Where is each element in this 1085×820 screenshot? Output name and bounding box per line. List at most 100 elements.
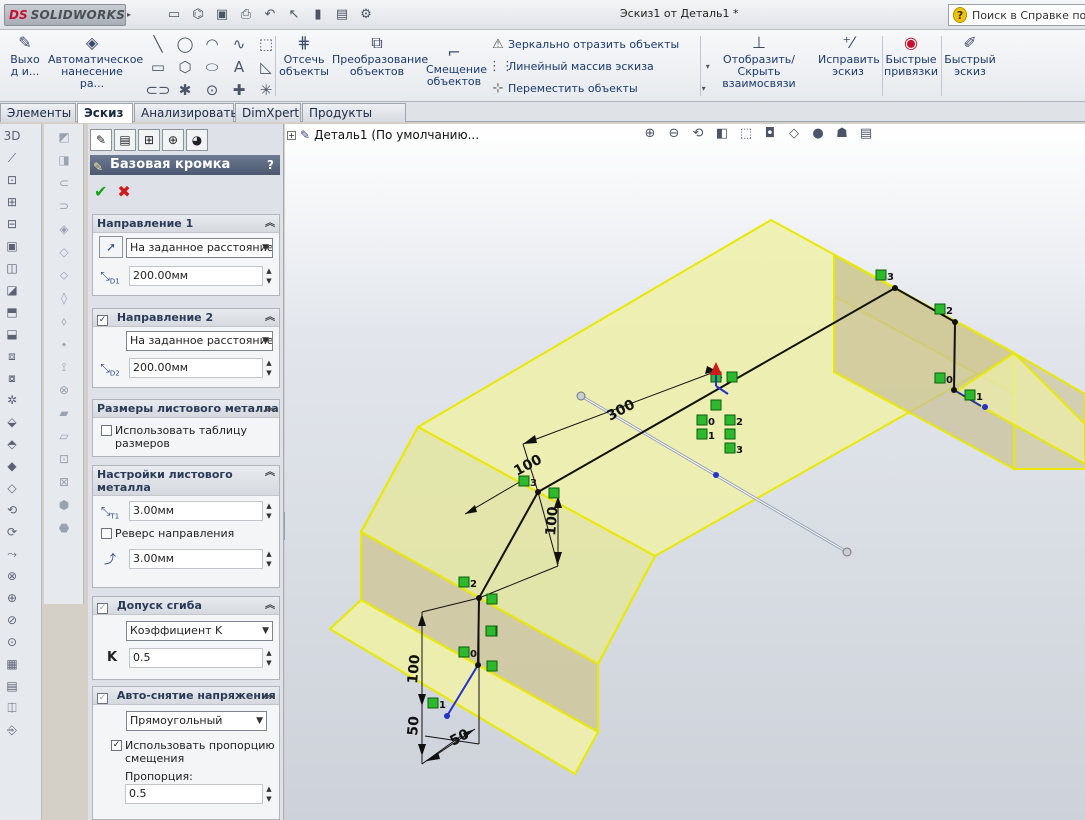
line-icon[interactable]: ╲: [145, 33, 171, 55]
dimxpert-manager-tab-icon[interactable]: ⊕: [162, 129, 184, 151]
collapse-chevron-icon[interactable]: ︽: [265, 466, 275, 479]
polygon-icon[interactable]: ⬡: [172, 56, 198, 78]
sketch-tool-icon[interactable]: ▣: [2, 236, 22, 256]
use-gauge-table-checkbox[interactable]: Использовать таблицу размеров: [93, 424, 279, 450]
sheet-metal-tool-icon[interactable]: ◨: [54, 150, 74, 170]
reverse-direction-checkbox[interactable]: Реверс направления: [93, 527, 279, 540]
bend-allowance-checkbox[interactable]: ✓: [97, 603, 108, 614]
sheet-metal-tool-icon[interactable]: ◩: [54, 127, 74, 147]
sheet-metal-tool-icon[interactable]: ⟟: [54, 357, 74, 377]
solidworks-menu-button[interactable]: DS SOLIDWORKS: [4, 4, 126, 26]
relation-marker[interactable]: [696, 428, 708, 440]
relation-marker[interactable]: [548, 487, 560, 499]
sketch-tool-icon[interactable]: ▦: [2, 654, 22, 674]
sketch-tool-icon[interactable]: ⊕: [2, 588, 22, 608]
feature-manager-tab-icon[interactable]: ▤: [114, 129, 136, 151]
sheet-metal-tool-icon[interactable]: ▱: [54, 426, 74, 446]
linear-pattern-button[interactable]: ⋮⋮ Линейный массив эскиза ▾: [488, 55, 710, 77]
sketch-tool-icon[interactable]: ⧇: [2, 368, 22, 388]
sketch-tool-icon[interactable]: ◫: [2, 258, 22, 278]
sketch-point[interactable]: [475, 662, 481, 668]
sheet-metal-tool-icon[interactable]: ⬨: [54, 311, 74, 331]
select-icon[interactable]: ↖: [285, 6, 303, 24]
sketch-tool-icon[interactable]: ⬒: [2, 302, 22, 322]
sketch-tool-icon[interactable]: ⬓: [2, 324, 22, 344]
trim-entities-button[interactable]: ⋕ Отсечь объекты: [278, 32, 330, 78]
relation-marker[interactable]: [964, 389, 976, 401]
circle-icon[interactable]: ◯: [172, 33, 198, 55]
sketch-tool-icon[interactable]: ⟳: [2, 522, 22, 542]
relation-marker[interactable]: [518, 475, 530, 487]
direction1-end-condition-select[interactable]: На заданное расстояние ▼: [126, 238, 273, 258]
sheet-metal-tool-icon[interactable]: ◇: [54, 242, 74, 262]
sketch-point[interactable]: [892, 285, 898, 291]
bend-radius-input[interactable]: 3.00мм: [129, 549, 263, 569]
display-relations-button[interactable]: ⊥ Отобразить/Скрыть взаимосвязи: [704, 32, 814, 90]
arc-icon[interactable]: ◠: [199, 33, 225, 55]
ok-button[interactable]: ✔: [94, 182, 107, 201]
parameters-header[interactable]: Настройки листового металла ︽: [93, 466, 279, 496]
cancel-button[interactable]: ✖: [117, 182, 130, 201]
bend-allowance-type-select[interactable]: Коэффициент K ▼: [126, 621, 273, 641]
use-gauge-table-box[interactable]: [101, 425, 112, 436]
axis-end-handle[interactable]: [576, 391, 586, 401]
help-search-input[interactable]: ? Поиск в Справке по So: [948, 4, 1085, 26]
exit-sketch-button[interactable]: ✎ Выхо д и...: [8, 32, 42, 78]
sheet-metal-tool-icon[interactable]: ⬣: [54, 518, 74, 538]
sketch-point[interactable]: [982, 404, 988, 410]
tab-office-products[interactable]: Продукты Office: [302, 103, 406, 138]
property-manager-tab-icon[interactable]: ✎: [90, 129, 112, 151]
bend-radius-spinner[interactable]: ▲ ▼: [263, 549, 275, 569]
relation-marker[interactable]: [486, 593, 498, 605]
sheet-metal-tool-icon[interactable]: ◊: [54, 288, 74, 308]
offset-entities-button[interactable]: ⌐ Смещение объектов: [426, 42, 487, 88]
k-factor-spinner[interactable]: ▲ ▼: [263, 648, 275, 668]
relation-marker[interactable]: [427, 697, 439, 709]
dimension-100-left[interactable]: 100: [405, 654, 424, 685]
graphics-area[interactable]: + ✎ Деталь1 (По умолчанию... ⊕ ⊖ ⟲ ◧ ⬚ ◘…: [285, 124, 1085, 820]
relation-marker[interactable]: [724, 442, 736, 454]
text-icon[interactable]: A: [226, 56, 252, 78]
menu-pin-icon[interactable]: ▸: [127, 3, 135, 27]
axis-end-handle[interactable]: [842, 547, 852, 557]
thickness-spinner[interactable]: ▲ ▼: [263, 501, 275, 521]
open-file-icon[interactable]: ⌬: [189, 6, 207, 24]
direction2-header[interactable]: ✓ Направление 2 ︽: [93, 309, 279, 327]
auto-relief-header[interactable]: ✓ Авто-снятие напряжения ︽: [93, 687, 279, 705]
collapse-chevron-icon[interactable]: ︽: [265, 215, 275, 232]
horizontal-marker[interactable]: [710, 399, 722, 411]
model-view[interactable]: 300 100 100 100 50 50 3 2 0 1 0 2 1 3 3 …: [285, 124, 1085, 820]
relation-marker[interactable]: [458, 576, 470, 588]
sketch-tool-icon[interactable]: ⟲: [2, 500, 22, 520]
rectangle-icon[interactable]: ▭: [145, 56, 171, 78]
sketch-tool-icon[interactable]: ▤: [2, 676, 22, 696]
relation-marker[interactable]: [724, 428, 736, 440]
relief-ratio-spinner[interactable]: ▲ ▼: [263, 784, 275, 804]
relation-marker[interactable]: [724, 414, 736, 426]
sketch-tool-icon[interactable]: ⊗: [2, 566, 22, 586]
sheet-metal-tool-icon[interactable]: ⬦: [54, 265, 74, 285]
direction2-distance-input[interactable]: 200.00мм: [129, 358, 263, 378]
sketch-tool-icon[interactable]: ⊞: [2, 192, 22, 212]
relief-ratio-input[interactable]: 0.5: [125, 784, 263, 804]
use-relief-ratio-checkbox[interactable]: ✓ Использовать пропорцию смещения: [93, 739, 279, 765]
sketch-tool-icon[interactable]: ⊘: [2, 610, 22, 630]
tab-evaluate[interactable]: Анализировать: [134, 103, 238, 122]
display-manager-tab-icon[interactable]: ◕: [186, 129, 208, 151]
direction2-distance-spinner[interactable]: ▲ ▼: [263, 358, 275, 378]
relation-marker[interactable]: [934, 303, 946, 315]
direction2-enable-checkbox[interactable]: ✓: [97, 315, 108, 326]
relief-type-select[interactable]: Прямоугольный ▼: [126, 711, 267, 731]
dimension-50-bottom[interactable]: 50: [447, 726, 472, 749]
sketch-tool-icon[interactable]: ⎅: [2, 698, 22, 718]
sheet-metal-tool-icon[interactable]: ⊡: [54, 449, 74, 469]
tab-sketch[interactable]: Эскиз: [77, 103, 133, 123]
slot-icon[interactable]: ⊂⊃: [145, 79, 171, 101]
use-relief-ratio-box[interactable]: ✓: [111, 740, 122, 751]
relation-marker[interactable]: [486, 660, 498, 672]
centerline-icon[interactable]: ⊙: [199, 79, 225, 101]
print-icon[interactable]: ⎙: [237, 6, 255, 24]
sketch-point[interactable]: [951, 387, 957, 393]
sheet-metal-tool-icon[interactable]: ⬩: [54, 334, 74, 354]
relation-marker[interactable]: [696, 414, 708, 426]
